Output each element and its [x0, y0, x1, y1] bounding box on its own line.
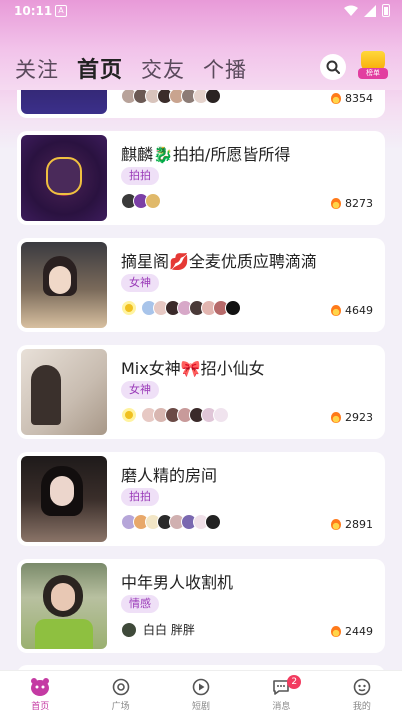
heat-value: 2891: [345, 518, 373, 531]
avatar: [145, 193, 161, 209]
top-nav-tabs: 关注 首页 交友 个播: [15, 52, 247, 84]
room-cover-image: [21, 563, 107, 649]
tab-friends[interactable]: 交友: [141, 54, 185, 84]
member-avatars: [121, 407, 229, 423]
rank-button[interactable]: 榜单: [358, 51, 388, 81]
cover-face-art: [51, 583, 75, 611]
member-avatars: [121, 88, 221, 104]
room-heat: 8273: [331, 197, 373, 210]
flame-icon: [331, 412, 341, 423]
bottom-tab-label: 短剧: [192, 702, 211, 712]
avatar: [213, 407, 229, 423]
room-owner: 白白 胖胖: [121, 621, 195, 638]
room-heat: 8354: [331, 92, 373, 105]
avatar: [225, 300, 241, 316]
room-tag: 情感: [121, 595, 159, 613]
room-card[interactable]: 磨人精的房间 拍拍 2891: [17, 452, 385, 546]
tab-follow[interactable]: 关注: [15, 54, 59, 84]
room-heat: 2891: [331, 518, 373, 531]
room-cover-image: [21, 135, 107, 221]
room-cover-image: [21, 349, 107, 435]
cover-face-art: [50, 476, 74, 506]
profile-icon: [352, 677, 372, 697]
room-card[interactable]: 麒麟🐉拍拍/所愿皆所得 拍拍 8273: [17, 131, 385, 225]
avatar: [205, 514, 221, 530]
play-icon: [191, 677, 211, 697]
bottom-tab-home[interactable]: 首页: [0, 671, 80, 714]
room-title: 磨人精的房间: [121, 466, 218, 485]
flame-icon: [331, 626, 341, 637]
flame-icon: [331, 93, 341, 104]
heat-value: 8273: [345, 197, 373, 210]
room-tag: 女神: [121, 381, 159, 399]
room-card[interactable]: 中年男人收割机 情感 白白 胖胖 2449: [17, 559, 385, 653]
owner-avatar: [121, 621, 137, 638]
bottom-tab-label: 我的: [352, 702, 371, 712]
room-tag: 拍拍: [121, 167, 159, 185]
status-time: 10:11: [14, 4, 53, 18]
heat-value: 2923: [345, 411, 373, 424]
cover-clothing-art: [35, 619, 93, 649]
member-avatars: [121, 193, 161, 209]
cover-portrait-art: [31, 365, 61, 425]
host-seat-icon: [121, 407, 137, 423]
room-heat: 4649: [331, 304, 373, 317]
status-icons: [344, 4, 390, 17]
cover-face-art: [49, 266, 71, 294]
heat-value: 4649: [345, 304, 373, 317]
avatar: [205, 88, 221, 104]
room-card[interactable]: Mix女神🎀招小仙女 女神 2923: [17, 345, 385, 439]
room-title: 麒麟🐉拍拍/所愿皆所得: [121, 145, 291, 164]
bottom-tab-bar: 首页 广场 短剧 2 消息 我的: [0, 670, 402, 714]
unread-badge: 2: [287, 675, 302, 689]
bottom-tab-plaza[interactable]: 广场: [80, 671, 160, 714]
wifi-icon: [344, 5, 358, 16]
room-title: 摘星阁💋全麦优质应聘滴滴: [121, 252, 317, 271]
room-card[interactable]: 摘星阁💋全麦优质应聘滴滴 女神 4649: [17, 238, 385, 332]
flame-icon: [331, 198, 341, 209]
tab-home[interactable]: 首页: [77, 52, 123, 84]
sim-icon: A: [55, 5, 67, 17]
room-cover-image: [21, 456, 107, 542]
search-button[interactable]: [320, 54, 346, 80]
room-heat: 2923: [331, 411, 373, 424]
bottom-tab-label: 广场: [111, 702, 130, 712]
bottom-tab-short-drama[interactable]: 短剧: [161, 671, 241, 714]
host-seat-icon: [121, 300, 137, 316]
status-bar: 10:11 A: [0, 0, 402, 24]
search-icon: [326, 60, 340, 74]
flame-icon: [331, 305, 341, 316]
rank-label: 榜单: [358, 68, 388, 79]
room-title: 中年男人收割机: [121, 573, 234, 592]
bottom-tab-messages[interactable]: 2 消息: [241, 671, 321, 714]
room-tag: 女神: [121, 274, 159, 292]
plaza-icon: [111, 677, 131, 697]
signal-icon: [364, 4, 376, 17]
room-heat: 2449: [331, 625, 373, 638]
flame-icon: [331, 519, 341, 530]
bottom-tab-label: 首页: [31, 702, 50, 712]
room-title: Mix女神🎀招小仙女: [121, 359, 265, 378]
tab-live[interactable]: 个播: [203, 54, 247, 84]
member-avatars: [121, 300, 241, 316]
bottom-tab-profile[interactable]: 我的: [322, 671, 402, 714]
heat-value: 8354: [345, 92, 373, 105]
room-cover-image: [21, 242, 107, 328]
room-tag: 拍拍: [121, 488, 159, 506]
owner-name: 白白 胖胖: [143, 623, 195, 637]
battery-icon: [382, 4, 390, 17]
bottom-tab-label: 消息: [272, 702, 291, 712]
heat-value: 2449: [345, 625, 373, 638]
home-mascot-icon: [30, 677, 50, 697]
member-avatars: [121, 514, 221, 530]
cover-mascot-art: [46, 157, 82, 195]
